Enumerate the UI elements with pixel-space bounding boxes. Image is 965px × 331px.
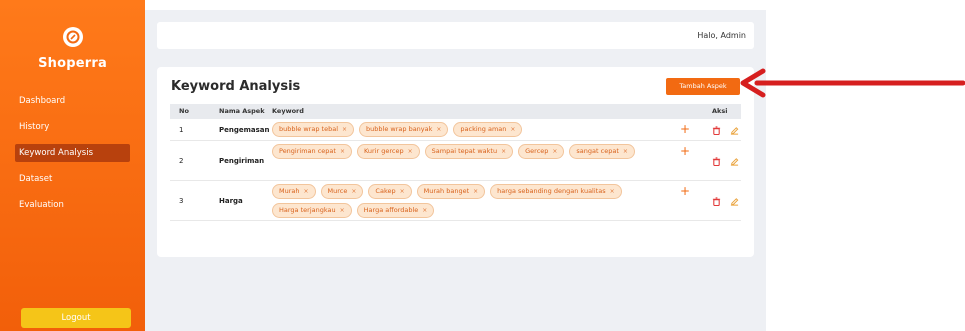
keyword-label: Harga terjangkau: [279, 206, 336, 214]
keyword-list: bubble wrap tebal × bubble wrap banyak × p…: [272, 122, 657, 137]
aspect-name: Pengiriman: [219, 157, 265, 165]
brand-name: Shoperra: [38, 56, 107, 71]
plus-icon[interactable]: +: [680, 123, 690, 135]
keyword-tag[interactable]: Gercep ×: [518, 144, 565, 159]
table-header: No Nama Aspek Keyword Aksi: [170, 104, 741, 119]
row-number: 3: [179, 197, 184, 205]
keyword-label: Pengiriman cepat: [279, 147, 336, 155]
trash-icon[interactable]: [712, 157, 721, 168]
trash-icon[interactable]: [712, 126, 721, 137]
annotation-arrow-icon: [740, 68, 965, 98]
logo-icon: [63, 27, 83, 47]
keyword-tag[interactable]: Sampai tepat waktu ×: [424, 144, 514, 159]
remove-keyword-icon[interactable]: ×: [610, 188, 615, 195]
plus-icon[interactable]: +: [680, 145, 690, 157]
row-number: 1: [179, 126, 184, 134]
keyword-tag[interactable]: Kurir gercep ×: [356, 144, 420, 159]
remove-keyword-icon[interactable]: ×: [510, 126, 515, 133]
remove-keyword-icon[interactable]: ×: [351, 188, 356, 195]
keyword-label: packing aman: [460, 125, 507, 133]
column-aspect: Nama Aspek: [219, 107, 265, 115]
column-no: No: [179, 107, 189, 115]
remove-keyword-icon[interactable]: ×: [501, 148, 506, 155]
table-row: 2 Pengiriman Pengiriman cepat × Kurir ger…: [170, 141, 741, 181]
sidebar-item-dashboard[interactable]: Dashboard: [15, 92, 130, 110]
remove-keyword-icon[interactable]: ×: [623, 148, 628, 155]
keyword-label: Cakep: [375, 187, 396, 195]
column-keyword: Keyword: [272, 107, 304, 115]
keyword-tag[interactable]: packing aman ×: [453, 122, 523, 137]
keyword-tag[interactable]: Pengiriman cepat ×: [272, 144, 352, 159]
keyword-label: sangat cepat: [576, 147, 619, 155]
keyword-label: Sampai tepat waktu: [431, 147, 498, 155]
greeting: Halo, Admin: [697, 31, 746, 40]
edit-icon[interactable]: [730, 126, 739, 137]
logout-button[interactable]: Logout: [21, 308, 131, 328]
keyword-label: Murce: [327, 187, 348, 195]
keyword-tag[interactable]: Murah banget ×: [416, 184, 486, 199]
sidebar-item-keyword-analysis[interactable]: Keyword Analysis: [15, 144, 130, 162]
keyword-label: Kurir gercep: [363, 147, 404, 155]
page-title: Keyword Analysis: [171, 79, 301, 94]
table-row: 1 Pengemasan bubble wrap tebal × bubble w…: [170, 119, 741, 141]
add-aspect-button[interactable]: Tambah Aspek: [666, 78, 740, 95]
keyword-tag[interactable]: bubble wrap tebal ×: [272, 122, 355, 137]
plus-icon[interactable]: +: [680, 185, 690, 197]
keyword-tag[interactable]: Murce ×: [320, 184, 364, 199]
remove-keyword-icon[interactable]: ×: [342, 126, 347, 133]
aspect-name: Pengemasan: [219, 126, 270, 134]
keyword-list: Pengiriman cepat × Kurir gercep × Sampai t…: [272, 144, 657, 159]
keyword-label: bubble wrap banyak: [366, 125, 433, 133]
table-row: 3 Harga Murah × Murce × Cakep × Murah bange…: [170, 181, 741, 221]
topbar: Halo, Admin: [157, 22, 754, 49]
remove-keyword-icon[interactable]: ×: [408, 148, 413, 155]
sidebar-item-evaluation[interactable]: Evaluation: [15, 196, 130, 214]
keyword-tag[interactable]: sangat cepat ×: [569, 144, 635, 159]
main-content: Halo, Admin Keyword Analysis Tambah Aspe…: [145, 10, 766, 331]
remove-keyword-icon[interactable]: ×: [552, 148, 557, 155]
remove-keyword-icon[interactable]: ×: [422, 207, 427, 214]
keyword-label: Murah banget: [423, 187, 470, 195]
edit-icon[interactable]: [730, 197, 739, 208]
remove-keyword-icon[interactable]: ×: [340, 148, 345, 155]
sidebar-item-dataset[interactable]: Dataset: [15, 170, 130, 188]
keyword-label: Gercep: [525, 147, 549, 155]
keyword-tag[interactable]: Cakep ×: [368, 184, 412, 199]
remove-keyword-icon[interactable]: ×: [400, 188, 405, 195]
edit-icon[interactable]: [730, 157, 739, 168]
keyword-tag[interactable]: Harga affordable ×: [356, 203, 435, 218]
row-number: 2: [179, 157, 184, 165]
keyword-card: Keyword Analysis Tambah Aspek No Nama As…: [157, 67, 754, 257]
column-actions: Aksi: [712, 107, 728, 115]
keyword-table: No Nama Aspek Keyword Aksi 1 Pengemasan …: [170, 104, 741, 221]
keyword-label: bubble wrap tebal: [279, 125, 338, 133]
keyword-label: Harga affordable: [363, 206, 419, 214]
keyword-list: Murah × Murce × Cakep × Murah banget × harga…: [272, 184, 657, 218]
remove-keyword-icon[interactable]: ×: [436, 126, 441, 133]
keyword-label: harga sebanding dengan kualitas: [497, 187, 606, 195]
keyword-tag[interactable]: Murah ×: [272, 184, 316, 199]
remove-keyword-icon[interactable]: ×: [473, 188, 478, 195]
aspect-name: Harga: [219, 197, 243, 205]
app: Shoperra Dashboard History Keyword Analy…: [0, 0, 965, 331]
sidebar-item-history[interactable]: History: [15, 118, 130, 136]
keyword-tag[interactable]: Harga terjangkau ×: [272, 203, 352, 218]
keyword-tag[interactable]: harga sebanding dengan kualitas ×: [490, 184, 622, 199]
remove-keyword-icon[interactable]: ×: [340, 207, 345, 214]
remove-keyword-icon[interactable]: ×: [304, 188, 309, 195]
keyword-tag[interactable]: bubble wrap banyak ×: [359, 122, 449, 137]
keyword-label: Murah: [279, 187, 300, 195]
trash-icon[interactable]: [712, 197, 721, 208]
sidebar: Shoperra Dashboard History Keyword Analy…: [0, 0, 145, 331]
